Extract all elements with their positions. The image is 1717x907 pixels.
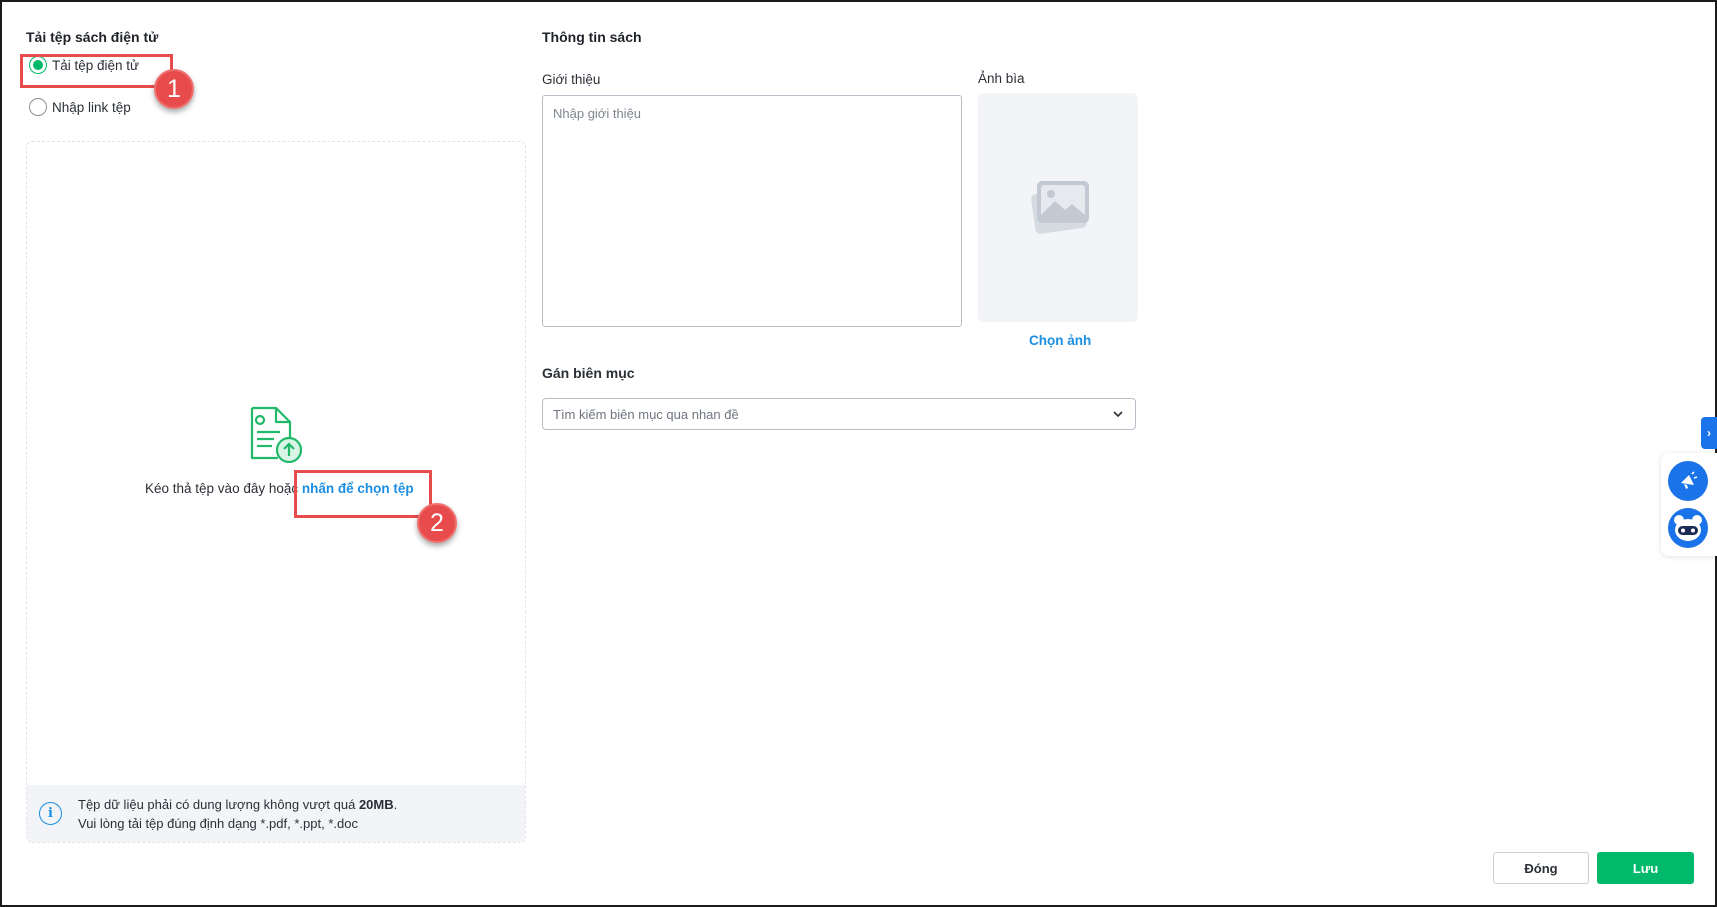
catalog-select-placeholder: Tìm kiếm biên mục qua nhan đề — [553, 406, 739, 422]
megaphone-button[interactable] — [1668, 461, 1708, 501]
cover-image-label: Ảnh bìa — [978, 71, 1025, 86]
chatbot-icon — [1674, 515, 1702, 541]
chatbot-button[interactable] — [1668, 508, 1708, 548]
info-icon: i — [39, 802, 62, 825]
catalog-label: Gán biên mục — [542, 365, 635, 381]
floating-widget-panel — [1661, 453, 1717, 556]
file-size-note: Tệp dữ liệu phải có dung lượng không vượ… — [78, 797, 397, 812]
chevron-down-icon[interactable] — [1111, 407, 1125, 421]
choose-image-button[interactable]: Chọn ảnh — [1029, 333, 1091, 348]
ebook-file-section-title: Tải tệp sách điện tử — [26, 29, 159, 45]
book-info-section-title: Thông tin sách — [542, 29, 642, 45]
catalog-select[interactable]: Tìm kiếm biên mục qua nhan đề — [542, 398, 1136, 430]
file-size-note-text: Tệp dữ liệu phải có dung lượng không vượ… — [78, 797, 359, 812]
annotation-highlight-upload-radio — [20, 54, 173, 88]
cover-image-preview[interactable] — [978, 93, 1138, 322]
annotation-step-1-badge: 1 — [154, 69, 194, 109]
dropzone-text: Kéo thả tệp vào đây hoặc — [145, 481, 299, 496]
annotation-step-2-badge: 2 — [417, 503, 457, 543]
intro-label: Giới thiệu — [542, 72, 601, 87]
close-button[interactable]: Đóng — [1493, 852, 1589, 884]
radio-enter-link[interactable]: Nhập link tệp — [29, 98, 131, 116]
side-panel-toggle[interactable]: › — [1701, 417, 1717, 449]
intro-textarea[interactable] — [542, 95, 962, 327]
file-requirements-info: i Tệp dữ liệu phải có dung lượng không v… — [27, 785, 525, 842]
file-size-limit: 20MB — [358, 797, 394, 812]
file-format-note: Vui lòng tải tệp đúng định dạng *.pdf, *… — [78, 816, 358, 831]
annotation-highlight-choose-file — [294, 470, 432, 518]
radio-enter-link-indicator[interactable] — [29, 98, 47, 116]
save-button[interactable]: Lưu — [1597, 852, 1694, 884]
image-placeholder-icon — [1031, 181, 1089, 234]
file-size-note-suffix: . — [393, 797, 398, 812]
radio-enter-link-label: Nhập link tệp — [52, 99, 131, 115]
upload-file-icon — [250, 406, 303, 463]
megaphone-icon — [1681, 471, 1698, 489]
